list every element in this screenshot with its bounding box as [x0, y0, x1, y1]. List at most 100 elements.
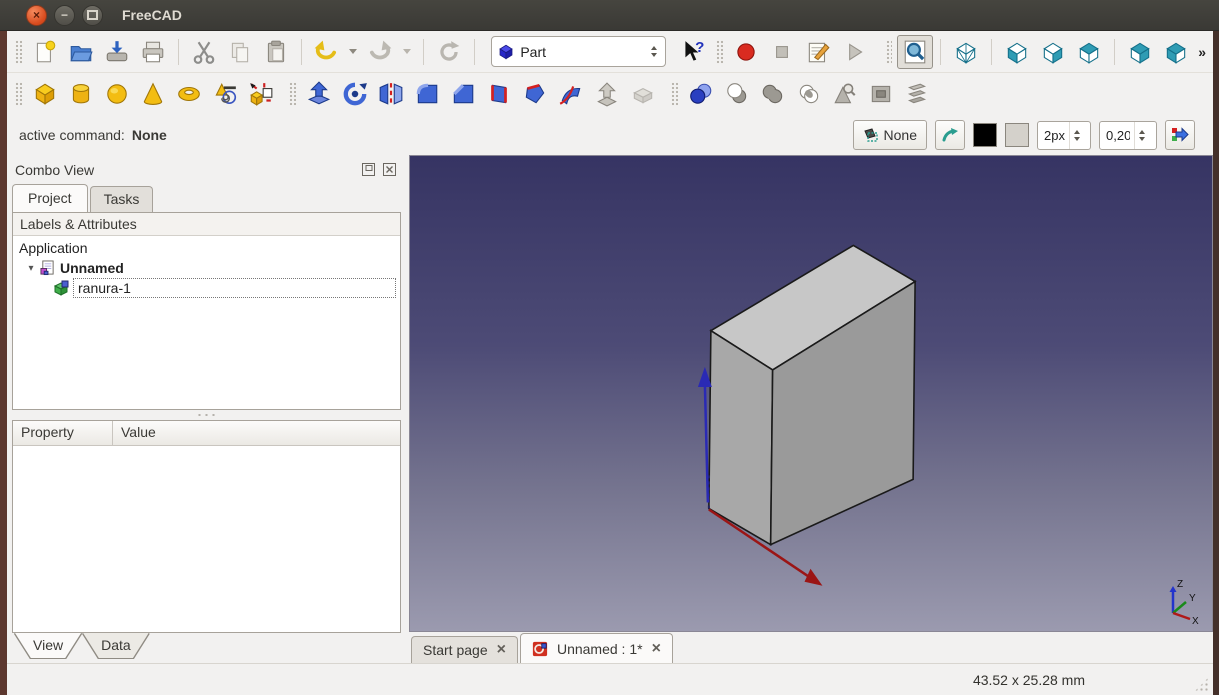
- right-view-icon: [1040, 39, 1066, 65]
- rear-view-button[interactable]: [1122, 35, 1158, 69]
- resize-grip[interactable]: [1194, 677, 1209, 692]
- face-color-swatch[interactable]: [1005, 123, 1029, 147]
- tree-header[interactable]: Labels & Attributes: [13, 213, 400, 236]
- property-table-body[interactable]: [13, 446, 400, 632]
- dock-close-button[interactable]: [381, 162, 397, 177]
- boolean-cut-button[interactable]: [719, 77, 755, 111]
- save-document-button[interactable]: [99, 35, 135, 69]
- part-cone-button[interactable]: [135, 77, 171, 111]
- 3d-viewport[interactable]: Z Y X: [409, 155, 1213, 632]
- sweep-button[interactable]: [553, 77, 589, 111]
- fit-all-button[interactable]: [897, 35, 933, 69]
- boolean-button[interactable]: [683, 77, 719, 111]
- create-primitives-button[interactable]: [207, 77, 243, 111]
- shape-builder-button[interactable]: [243, 77, 279, 111]
- part-sphere-button[interactable]: [99, 77, 135, 111]
- connect-button[interactable]: [863, 77, 899, 111]
- scale-spinner[interactable]: [1134, 122, 1149, 149]
- scale-spinbox[interactable]: 0,20: [1099, 121, 1157, 150]
- tab-data[interactable]: Data: [83, 633, 149, 659]
- part-torus-button[interactable]: [171, 77, 207, 111]
- top-view-button[interactable]: [1071, 35, 1107, 69]
- tree-item-ranura[interactable]: ranura-1: [13, 278, 400, 298]
- close-tab-icon[interactable]: ×: [497, 642, 506, 658]
- thickness-button[interactable]: [625, 77, 661, 111]
- working-plane-button[interactable]: None: [853, 120, 927, 150]
- redo-button[interactable]: [362, 35, 398, 69]
- undo-button[interactable]: [308, 35, 344, 69]
- column-property[interactable]: Property: [13, 421, 113, 445]
- workbench-selector-spinner[interactable]: [645, 46, 663, 57]
- dock-splitter[interactable]: [7, 410, 406, 420]
- combo-view-titlebar[interactable]: Combo View: [7, 155, 406, 184]
- window-close-button[interactable]: ×: [26, 5, 47, 26]
- tab-tasks[interactable]: Tasks: [90, 186, 154, 212]
- apply-style-icon: [1171, 126, 1189, 144]
- macro-record-button[interactable]: [728, 35, 764, 69]
- tree-root-application[interactable]: Application: [13, 238, 400, 258]
- column-value[interactable]: Value: [113, 421, 164, 445]
- apply-style-button[interactable]: [1165, 120, 1195, 150]
- expander-icon[interactable]: ▾: [25, 263, 37, 274]
- toolbar-handle[interactable]: [289, 82, 296, 106]
- tab-unnamed-document[interactable]: Unnamed : 1* ×: [520, 633, 673, 663]
- line-width-spinner[interactable]: [1069, 122, 1084, 149]
- new-document-button[interactable]: [27, 35, 63, 69]
- paste-button[interactable]: [258, 35, 294, 69]
- window-minimize-button[interactable]: −: [54, 5, 75, 26]
- titlebar[interactable]: × − FreeCAD: [0, 0, 1219, 31]
- fillet-button[interactable]: [409, 77, 445, 111]
- part-cylinder-button[interactable]: [63, 77, 99, 111]
- print-button[interactable]: [135, 35, 171, 69]
- toolbar-handle[interactable]: [671, 82, 678, 106]
- extrude-button[interactable]: [301, 77, 337, 111]
- right-view-button[interactable]: [1035, 35, 1071, 69]
- ruled-surface-button[interactable]: [481, 77, 517, 111]
- mirror-button[interactable]: [373, 77, 409, 111]
- workbench-selector[interactable]: Part: [491, 36, 666, 67]
- loft-button[interactable]: [517, 77, 553, 111]
- cross-sections-button[interactable]: [899, 77, 935, 111]
- undo-dropdown-icon[interactable]: [349, 49, 357, 54]
- window-maximize-button[interactable]: [82, 5, 103, 26]
- check-geometry-icon: [832, 81, 858, 107]
- boolean-union-button[interactable]: [755, 77, 791, 111]
- axonometric-view-button[interactable]: [948, 35, 984, 69]
- toolbar-handle[interactable]: [716, 40, 723, 64]
- part-box-button[interactable]: [27, 77, 63, 111]
- dock-float-button[interactable]: [360, 162, 376, 177]
- macro-stop-button[interactable]: [764, 35, 800, 69]
- open-document-button[interactable]: [63, 35, 99, 69]
- check-geometry-button[interactable]: [827, 77, 863, 111]
- start-page-tab-label: Start page: [423, 642, 488, 658]
- refresh-button[interactable]: [431, 35, 467, 69]
- front-view-button[interactable]: [999, 35, 1035, 69]
- whats-this-button[interactable]: ?: [675, 35, 711, 69]
- thickness-icon: [630, 81, 656, 107]
- copy-button[interactable]: [222, 35, 258, 69]
- boolean-intersection-button[interactable]: [791, 77, 827, 111]
- toolbar-handle[interactable]: [15, 40, 22, 64]
- toolbar-handle[interactable]: [15, 82, 22, 106]
- part-box-object[interactable]: [709, 245, 915, 544]
- tab-project[interactable]: Project: [12, 184, 88, 212]
- tab-view[interactable]: View: [15, 633, 81, 659]
- redo-dropdown-icon[interactable]: [403, 49, 411, 54]
- cut-button[interactable]: [186, 35, 222, 69]
- tree-item-document[interactable]: ▾ Unnamed: [13, 258, 400, 278]
- line-color-swatch[interactable]: [973, 123, 997, 147]
- x-axis-label: X: [1192, 616, 1199, 625]
- 3d-canvas[interactable]: [410, 156, 1212, 631]
- left-view-button[interactable]: [1158, 35, 1194, 69]
- offset-button[interactable]: [589, 77, 625, 111]
- chamfer-button[interactable]: [445, 77, 481, 111]
- close-tab-icon[interactable]: ×: [652, 641, 661, 657]
- macro-edit-button[interactable]: [800, 35, 836, 69]
- toolbar-handle[interactable]: [886, 40, 893, 64]
- line-width-spinbox[interactable]: 2px: [1037, 121, 1091, 150]
- toolbar-overflow-button[interactable]: »: [1194, 44, 1210, 60]
- revolve-button[interactable]: [337, 77, 373, 111]
- tab-start-page[interactable]: Start page ×: [411, 636, 518, 663]
- snap-toggle-button[interactable]: [935, 120, 965, 150]
- macro-play-button[interactable]: [836, 35, 872, 69]
